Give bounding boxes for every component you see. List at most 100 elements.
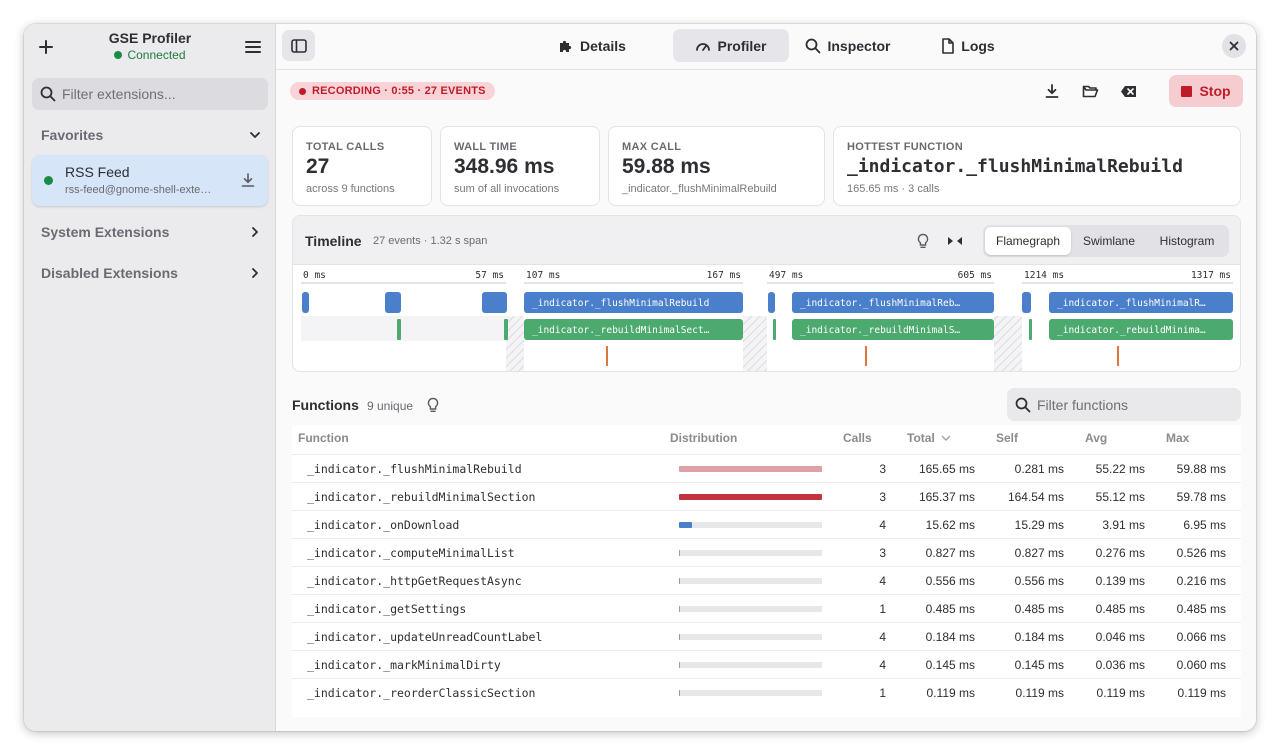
extension-search-input[interactable] — [62, 86, 252, 102]
tab-inspector[interactable]: Inspector — [796, 29, 900, 62]
column-header-total[interactable]: Total — [907, 431, 951, 445]
total-calls-label: TOTAL CALLS — [306, 141, 385, 153]
toggle-sidebar-button[interactable] — [282, 30, 315, 61]
table-row[interactable]: _indicator._computeMinimalList 3 0.827 ms 0… — [292, 538, 1241, 566]
function-name: _indicator._rebuildMinimalSection — [307, 490, 536, 504]
flame-bar[interactable] — [865, 346, 867, 366]
calls-value: 3 — [879, 462, 886, 476]
column-header-max[interactable]: Max — [1166, 431, 1189, 445]
wall-time-label: WALL TIME — [454, 141, 517, 153]
flame-bar-label: _indicator._rebuildMinimalSect… — [532, 325, 710, 336]
close-window-button[interactable] — [1222, 34, 1246, 58]
stat-card-total-calls: TOTAL CALLS 27 across 9 functions — [292, 126, 432, 206]
plus-icon — [39, 40, 53, 54]
calls-value: 4 — [879, 518, 886, 532]
export-button[interactable] — [1040, 79, 1064, 103]
avg-value: 0.139 ms — [1095, 574, 1145, 588]
mode-flamegraph-button[interactable]: Flamegraph — [985, 227, 1071, 255]
function-name: _indicator._onDownload — [307, 518, 460, 532]
function-search-input[interactable] — [1037, 396, 1227, 413]
tab-details[interactable]: Details — [538, 29, 646, 62]
total-value: 0.827 ms — [925, 546, 975, 560]
flame-bar[interactable] — [482, 292, 507, 313]
avg-value: 3.91 ms — [1102, 518, 1145, 532]
tick-label: 605 ms — [958, 270, 992, 281]
stop-recording-button[interactable]: Stop — [1169, 75, 1243, 107]
table-row[interactable]: _indicator._getSettings 1 0.485 ms 0.485 ms… — [292, 594, 1241, 622]
table-row[interactable]: _indicator._markMinimalDirty 4 0.145 ms 0.1… — [292, 650, 1241, 678]
lightbulb-icon — [917, 233, 929, 248]
distribution-bar-fill — [679, 550, 680, 556]
wall-time-value: 348.96 ms — [454, 155, 555, 178]
flame-bar-label: _indicator._flushMinimalR… — [1057, 298, 1206, 309]
document-icon — [942, 37, 955, 54]
max-value: 0.066 ms — [1176, 630, 1226, 644]
flame-bar[interactable] — [504, 319, 508, 340]
hamburger-menu-icon — [245, 41, 261, 53]
column-header-function[interactable]: Function — [298, 431, 349, 445]
self-value: 0.281 ms — [1014, 462, 1064, 476]
column-header-avg[interactable]: Avg — [1085, 431, 1107, 445]
tick-label: 1317 ms — [1191, 270, 1231, 281]
profiler-toolbar: RECORDING · 0:55 · 27 EVENTS Stop — [276, 71, 1256, 111]
flame-row-depth-2 — [606, 346, 1119, 366]
stop-icon — [1181, 85, 1193, 97]
flame-bar[interactable] — [773, 319, 776, 340]
table-row[interactable]: _indicator._onDownload 4 15.62 ms 15.29 ms 3… — [292, 510, 1241, 538]
max-call-value: 59.88 ms — [622, 155, 711, 178]
close-icon — [1229, 41, 1239, 51]
flame-bar[interactable] — [606, 346, 608, 366]
favorites-section-header[interactable]: Favorites — [41, 127, 261, 143]
table-row[interactable]: _indicator._flushMinimalRebuild 3 165.65 m… — [292, 454, 1241, 482]
collapse-arrows-icon — [948, 237, 962, 245]
open-file-button[interactable] — [1078, 79, 1102, 103]
flame-bar[interactable] — [1117, 346, 1119, 366]
add-extension-button[interactable] — [34, 35, 58, 59]
function-search[interactable] — [1007, 388, 1241, 421]
clear-button[interactable] — [1116, 79, 1140, 103]
disabled-extensions-section[interactable]: Disabled Extensions — [41, 265, 261, 281]
column-header-calls[interactable]: Calls — [843, 431, 872, 445]
flame-bar[interactable] — [302, 292, 309, 313]
table-row[interactable]: _indicator._updateUnreadCountLabel 4 0.184… — [292, 622, 1241, 650]
flame-bar[interactable] — [768, 292, 775, 313]
main-menu-button[interactable] — [241, 35, 265, 59]
max-value: 0.216 ms — [1176, 574, 1226, 588]
functions-hint-button[interactable] — [423, 395, 443, 415]
table-row[interactable]: _indicator._httpGetRequestAsync 4 0.556 ms… — [292, 566, 1241, 594]
sidebar-header: GSE Profiler Connected — [24, 24, 276, 70]
flame-bar[interactable] — [1022, 292, 1031, 313]
tab-profiler[interactable]: Profiler — [673, 29, 789, 62]
flame-bar-label: _indicator._flushMinimalRebuild — [532, 298, 709, 309]
distribution-bar-fill — [679, 494, 822, 500]
mode-histogram-button[interactable]: Histogram — [1147, 227, 1227, 255]
tab-details-label: Details — [580, 37, 626, 54]
total-value: 0.556 ms — [925, 574, 975, 588]
extension-download-button[interactable] — [240, 172, 256, 193]
mode-swimlane-button[interactable]: Swimlane — [1073, 227, 1145, 255]
max-value: 0.060 ms — [1176, 658, 1226, 672]
column-header-distribution[interactable]: Distribution — [670, 431, 737, 445]
distribution-bar — [679, 662, 822, 668]
column-header-self[interactable]: Self — [996, 431, 1018, 445]
function-name: _indicator._markMinimalDirty — [307, 658, 501, 672]
flamegraph-canvas[interactable]: 0 ms 57 ms 107 ms 167 ms 497 ms 605 ms 1… — [293, 265, 1241, 372]
system-extensions-section[interactable]: System Extensions — [41, 224, 261, 240]
total-value: 15.62 ms — [925, 518, 975, 532]
extension-item-rss-feed[interactable]: RSS Feed rss-feed@gnome-shell-exte… — [32, 155, 268, 206]
gap-hatch — [506, 316, 524, 371]
extension-search[interactable] — [32, 78, 268, 110]
flame-bar[interactable] — [1029, 319, 1032, 340]
table-row[interactable]: _indicator._rebuildMinimalSection 3 165.37… — [292, 482, 1241, 510]
flame-bar[interactable] — [385, 292, 401, 313]
max-value: 59.88 ms — [1176, 462, 1226, 476]
function-name: _indicator._flushMinimalRebuild — [307, 462, 522, 476]
tick-label: 107 ms — [526, 270, 560, 281]
flame-bar-label: _indicator._rebuildMinimalS… — [800, 325, 960, 336]
distribution-bar-fill — [679, 606, 680, 612]
timeline-hint-button[interactable] — [913, 231, 933, 251]
tab-logs[interactable]: Logs — [928, 29, 1008, 62]
collapse-gaps-button[interactable] — [945, 231, 965, 251]
table-row[interactable]: _indicator._reorderClassicSection 1 0.119 … — [292, 678, 1241, 706]
flame-bar[interactable] — [397, 319, 401, 340]
